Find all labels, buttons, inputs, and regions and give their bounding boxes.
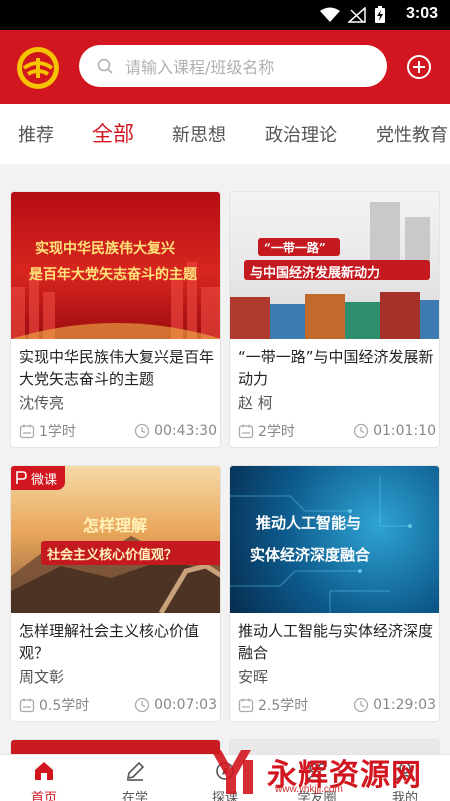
thumbnail-line-2: 社会主义核心价值观？ (47, 548, 178, 563)
thumbnail-line-2: 与中国经济发展新动力 (250, 266, 381, 281)
status-time: 3:03 (405, 5, 438, 22)
category-tabs: 推荐 全部 新思想 政治理论 党性教育 (0, 104, 450, 164)
nav-studying[interactable]: 在学 (105, 761, 165, 801)
micro-course-badge: 微课 (11, 466, 66, 490)
course-card[interactable]: “一带一路” 与中国经济发展新动力 “一带一路”与中国经济发展新动力 赵 柯 2… (229, 191, 440, 448)
wifi-icon (320, 7, 340, 22)
tab-recommend[interactable]: 推荐 (18, 121, 54, 147)
tab-political-theory[interactable]: 政治理论 (265, 121, 337, 147)
micro-course-icon (16, 471, 27, 484)
status-icons (320, 6, 386, 24)
course-thumbnail: 推动人工智能与 实体经济深度融合 (230, 466, 439, 613)
course-hours: 2学时 (258, 424, 295, 440)
course-card[interactable]: 推动人工智能与 实体经济深度融合 推动人工智能与实体经济深度融合 安晖 2.5学… (229, 465, 440, 722)
course-duration: 00:43:30 (154, 423, 217, 439)
thumbnail-line-1: “一带一路” (264, 241, 326, 255)
clock-icon (353, 423, 369, 439)
course-thumbnail: “一带一路” 与中国经济发展新动力 (230, 192, 439, 339)
course-duration: 01:01:10 (373, 423, 436, 439)
course-title: 推动人工智能与实体经济深度融合 (238, 622, 434, 662)
search-bar[interactable]: 请输入课程/班级名称 (79, 45, 387, 87)
thumbnail-line-2: 是百年大党矢志奋斗的主题 (29, 267, 197, 283)
course-duration: 01:29:03 (373, 697, 436, 713)
clock-icon (134, 423, 150, 439)
tab-new-thought[interactable]: 新思想 (172, 121, 226, 147)
pencil-icon (126, 761, 145, 781)
course-hours: 1学时 (39, 424, 76, 440)
calendar-icon (19, 698, 35, 713)
course-title: 实现中华民族伟大复兴是百年大党矢志奋斗的主题 (19, 348, 215, 388)
search-icon (97, 58, 113, 74)
calendar-icon (238, 424, 254, 439)
course-title: “一带一路”与中国经济发展新动力 (238, 348, 434, 388)
thumbnail-line-1: 怎样理解 (83, 516, 148, 535)
micro-course-badge-label: 微课 (31, 472, 58, 488)
no-signal-icon (348, 7, 366, 23)
battery-icon (375, 6, 385, 23)
calendar-icon (238, 698, 254, 713)
course-author: 赵 柯 (238, 394, 273, 412)
course-hours: 0.5学时 (39, 698, 90, 714)
search-placeholder: 请输入课程/班级名称 (125, 58, 275, 77)
thumbnail-line-2: 实体经济深度融合 (250, 546, 371, 564)
clock-icon (134, 697, 150, 713)
watermark: 永辉资源网 www.yhkjjj.com (205, 742, 450, 801)
course-author: 沈传亮 (19, 394, 65, 412)
thumbnail-line-1: 推动人工智能与 (256, 514, 362, 532)
course-duration: 00:07:03 (154, 697, 217, 713)
course-card[interactable]: 微课 怎样理解 社会主义核心价值观？ 怎样理解社会主义核心价值观？ 周文彰 0.… (10, 465, 221, 722)
nav-home-label: 首页 (30, 791, 57, 801)
course-thumbnail: 微课 怎样理解 社会主义核心价值观？ (11, 466, 220, 613)
calendar-icon (19, 424, 35, 439)
tab-party-education[interactable]: 党性教育 (376, 121, 448, 147)
course-title: 怎样理解社会主义核心价值观？ (19, 622, 200, 662)
add-button[interactable] (406, 54, 432, 80)
home-icon (35, 762, 53, 780)
watermark-url: www.yhkjjj.com (275, 784, 343, 795)
course-author: 安晖 (238, 668, 269, 686)
nav-studying-label: 在学 (121, 791, 148, 801)
clock-icon (353, 697, 369, 713)
app-header: 请输入课程/班级名称 (0, 30, 450, 104)
watermark-logo (211, 749, 253, 794)
course-card[interactable]: 实现中华民族伟大复兴 是百年大党矢志奋斗的主题 实现中华民族伟大复兴是百年大党矢… (10, 191, 221, 448)
course-meta: 2.5学时 01:29:03 (238, 694, 436, 716)
tab-all[interactable]: 全部 (92, 118, 134, 148)
thumbnail-line-1: 实现中华民族伟大复兴 (35, 241, 175, 257)
course-meta: 2学时 01:01:10 (238, 420, 436, 442)
course-hours: 2.5学时 (258, 698, 309, 714)
status-bar: 3:03 (0, 0, 450, 30)
course-thumbnail: 实现中华民族伟大复兴 是百年大党矢志奋斗的主题 (11, 192, 220, 339)
nav-home[interactable]: 首页 (14, 761, 74, 801)
course-meta: 1学时 00:43:30 (19, 420, 217, 442)
course-grid: 实现中华民族伟大复兴 是百年大党矢志奋斗的主题 实现中华民族伟大复兴是百年大党矢… (0, 164, 450, 759)
course-meta: 0.5学时 00:07:03 (19, 694, 217, 716)
app-logo (17, 47, 59, 89)
course-author: 周文彰 (19, 668, 65, 686)
